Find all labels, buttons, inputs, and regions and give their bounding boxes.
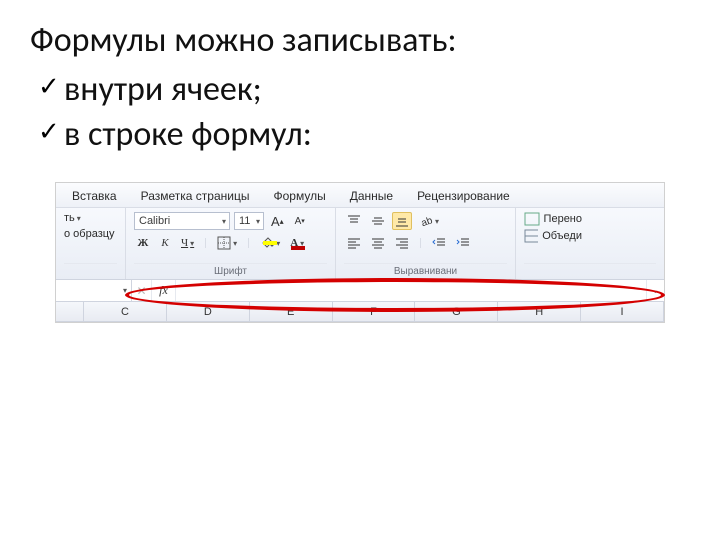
bullet-item: ✓ в строке формул:	[38, 112, 690, 158]
checkmark-icon: ✓	[38, 112, 64, 151]
tab-insert[interactable]: Вставка	[72, 189, 117, 203]
tab-formulas[interactable]: Формулы	[273, 189, 325, 203]
select-all-corner[interactable]	[56, 302, 84, 321]
group-font: Calibri▾ 11▾ A▴ A▾	[126, 208, 336, 279]
wrap-text-icon	[524, 212, 540, 226]
column-header[interactable]: I	[581, 302, 664, 321]
outdent-icon	[432, 237, 446, 249]
name-box[interactable]: ▾	[56, 280, 132, 301]
caret-down-icon: ▾	[190, 239, 194, 248]
slide-title: Формулы можно записывать:	[30, 20, 690, 63]
column-header[interactable]: D	[167, 302, 250, 321]
align-center-button[interactable]	[368, 234, 388, 252]
orientation-button[interactable]: ab▾	[416, 212, 442, 230]
formula-bar: ▾ ✕ fx ⌄	[56, 280, 664, 302]
merge-cells-icon	[524, 229, 538, 243]
group-merge: Перено Объеди	[516, 208, 664, 279]
caret-down-icon: ▾	[435, 217, 439, 226]
bullet-text: в строке формул:	[64, 112, 312, 158]
column-headers: C D E F G H I	[56, 302, 664, 322]
shrink-font-button[interactable]: A▾	[291, 212, 309, 230]
ribbon-tabs: Вставка Разметка страницы Формулы Данные…	[56, 183, 664, 208]
bullet-item: ✓ внутри ячеек;	[38, 67, 690, 113]
fill-color-button[interactable]: ▾	[257, 234, 283, 252]
formula-input[interactable]	[176, 280, 646, 301]
font-color-button[interactable]: A▾	[287, 234, 307, 252]
italic-button[interactable]: К	[156, 234, 174, 252]
insert-function-button[interactable]: fx	[152, 280, 176, 301]
font-name-combo[interactable]: Calibri▾	[134, 212, 230, 230]
align-middle-button[interactable]	[368, 212, 388, 230]
tab-review[interactable]: Рецензирование	[417, 189, 510, 203]
decrease-indent-button[interactable]	[429, 234, 449, 252]
font-size-combo[interactable]: 11▾	[234, 212, 264, 230]
column-header[interactable]: F	[333, 302, 416, 321]
expand-formula-bar-button[interactable]: ⌄	[646, 280, 664, 301]
format-painter-fragment[interactable]: о образцу	[64, 228, 106, 240]
wrap-text-button[interactable]: Перено	[524, 212, 582, 226]
group-label-font: Шрифт	[134, 263, 327, 277]
checkmark-icon: ✓	[38, 67, 64, 106]
align-top-button[interactable]	[344, 212, 364, 230]
caret-down-icon: ▾	[123, 286, 127, 295]
group-alignment: ab▾ Выравнивани	[336, 208, 516, 279]
align-right-button[interactable]	[392, 234, 412, 252]
caret-down-icon: ▾	[256, 217, 260, 226]
bullet-text: внутри ячеек;	[64, 67, 262, 113]
ribbon-body: ть▾ о образцу Calibri▾	[56, 208, 664, 280]
column-header[interactable]: C	[84, 302, 167, 321]
cancel-button[interactable]: ✕	[132, 280, 152, 301]
merge-cells-button[interactable]: Объеди	[524, 229, 582, 243]
column-header[interactable]: E	[250, 302, 333, 321]
orientation-icon: ab	[419, 214, 433, 228]
group-label	[64, 263, 117, 277]
underline-button[interactable]: Ч▾	[178, 234, 197, 252]
bullet-list: ✓ внутри ячеек; ✓ в строке формул:	[30, 67, 690, 159]
tab-data[interactable]: Данные	[350, 189, 393, 203]
caret-down-icon: ▾	[77, 214, 81, 223]
borders-button[interactable]: ▾	[214, 234, 240, 252]
caret-down-icon: ▾	[233, 239, 237, 248]
group-clipboard: ть▾ о образцу	[56, 208, 126, 279]
align-left-button[interactable]	[344, 234, 364, 252]
caret-down-icon: ▾	[222, 217, 226, 226]
grow-font-button[interactable]: A▴	[268, 212, 287, 230]
tab-page-layout[interactable]: Разметка страницы	[141, 189, 250, 203]
excel-ribbon-screenshot: Вставка Разметка страницы Формулы Данные…	[55, 182, 665, 323]
svg-text:ab: ab	[420, 215, 433, 228]
align-bottom-button[interactable]	[392, 212, 412, 230]
column-header[interactable]: G	[415, 302, 498, 321]
borders-icon	[217, 236, 231, 250]
increase-indent-button[interactable]	[453, 234, 473, 252]
group-label-alignment: Выравнивани	[344, 263, 507, 277]
paste-button-fragment[interactable]: ть▾	[64, 212, 106, 224]
indent-icon	[456, 237, 470, 249]
column-header[interactable]: H	[498, 302, 581, 321]
bold-button[interactable]: Ж	[134, 234, 152, 252]
